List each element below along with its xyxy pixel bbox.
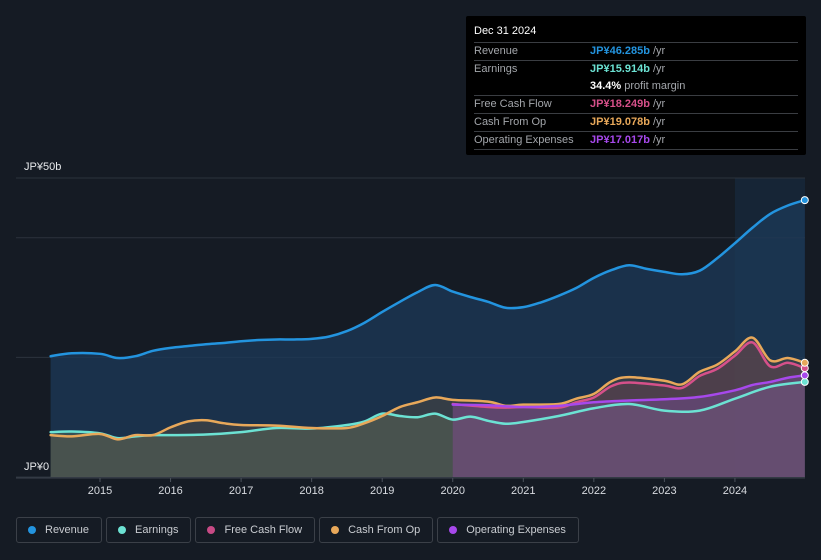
tooltip-value: 34.4%	[590, 80, 622, 92]
operating-expenses-end-marker	[800, 371, 809, 380]
tooltip-unit: /yr	[652, 63, 666, 75]
legend-label: Free Cash Flow	[224, 524, 303, 536]
tooltip-unit: /yr	[652, 134, 666, 146]
legend-item-revenue[interactable]: Revenue	[16, 517, 103, 543]
tooltip-value: JP¥17.017b	[590, 134, 650, 146]
x-tick-label: 2020	[441, 485, 465, 497]
tooltip-label: Operating Expenses	[474, 134, 574, 146]
tooltip-row: Free Cash Flow JP¥18.249b/yr	[474, 96, 798, 114]
legend-dot-icon	[449, 526, 458, 534]
legend-label: Cash From Op	[348, 524, 421, 536]
tooltip-date: Dec 31 2024	[474, 23, 798, 43]
tooltip-row: Earnings JP¥15.914b/yr	[474, 61, 798, 78]
tooltip-value: JP¥18.249b	[590, 98, 650, 110]
legend: Revenue Earnings Free Cash Flow Cash From O…	[16, 517, 579, 543]
legend-item-free-cash-flow[interactable]: Free Cash Flow	[195, 517, 316, 543]
tooltip-value: JP¥15.914b	[590, 63, 650, 75]
y-tick-label-max: JP¥50b	[24, 161, 61, 173]
tooltip-row: 34.4% profit margin	[474, 78, 798, 96]
legend-dot-icon	[118, 526, 127, 534]
x-tick-label: 2024	[723, 485, 747, 497]
legend-item-earnings[interactable]: Earnings	[106, 517, 192, 543]
tooltip-row: Revenue JP¥46.285b/yr	[474, 43, 798, 61]
revenue-end-marker	[800, 196, 809, 205]
legend-label: Operating Expenses	[466, 524, 566, 536]
tooltip-unit: /yr	[652, 98, 666, 110]
x-tick-label: 2021	[511, 485, 535, 497]
tooltip-unit: profit margin	[624, 80, 686, 92]
x-tick-label: 2015	[88, 485, 112, 497]
x-tick-label: 2019	[370, 485, 394, 497]
x-tick-label: 2017	[229, 485, 253, 497]
legend-label: Earnings	[135, 524, 179, 536]
legend-dot-icon	[331, 526, 340, 534]
tooltip: Dec 31 2024 Revenue JP¥46.285b/yr Earnings…	[466, 16, 806, 155]
earnings-end-marker	[800, 377, 809, 386]
tooltip-label: Free Cash Flow	[474, 98, 552, 110]
cash-from-op-end-marker	[800, 358, 809, 367]
tooltip-row: Cash From Op JP¥19.078b/yr	[474, 114, 798, 132]
x-tick-label: 2023	[652, 485, 676, 497]
legend-dot-icon	[207, 526, 216, 534]
tooltip-label: Cash From Op	[474, 116, 547, 128]
x-tick-label: 2022	[582, 485, 606, 497]
legend-label: Revenue	[45, 524, 90, 536]
legend-item-cash-from-op[interactable]: Cash From Op	[319, 517, 434, 543]
tooltip-unit: /yr	[652, 116, 666, 128]
y-tick-label-min: JP¥0	[24, 461, 49, 473]
tooltip-unit: /yr	[652, 45, 666, 57]
legend-item-operating-expenses[interactable]: Operating Expenses	[437, 517, 579, 543]
x-tick-label: 2016	[158, 485, 182, 497]
tooltip-value: JP¥46.285b	[590, 45, 650, 57]
tooltip-value: JP¥19.078b	[590, 116, 650, 128]
tooltip-label	[474, 78, 590, 95]
tooltip-row: Operating Expenses JP¥17.017b/yr	[474, 132, 798, 150]
tooltip-label: Earnings	[474, 63, 518, 75]
x-tick-label: 2018	[299, 485, 323, 497]
legend-dot-icon	[28, 526, 36, 534]
tooltip-label: Revenue	[474, 45, 519, 57]
